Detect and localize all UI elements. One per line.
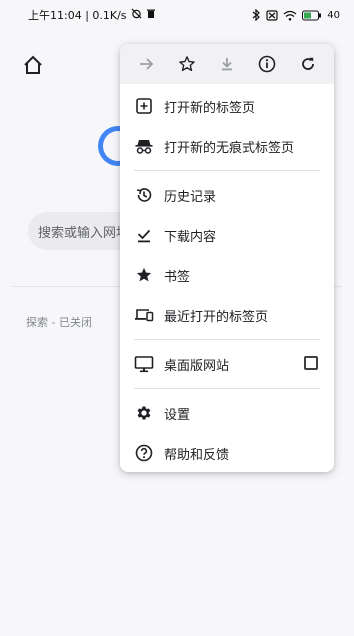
menu-item-label: 下载内容 [164,229,217,245]
status-time: 上午11:04 | 0.1K/s [28,9,127,22]
menu-item-downloads[interactable]: 下载内容 [120,215,334,255]
menu-item-label: 历史记录 [164,189,217,205]
menu-item-label: 桌面版网站 [164,358,230,374]
menu-item-desktop-site[interactable]: 桌面版网站 [120,344,334,384]
star-outline-icon[interactable] [173,50,201,78]
menu-separator [134,388,320,389]
status-bar: 上午11:04 | 0.1K/s 40 [0,0,354,30]
help-icon [134,443,154,463]
battery-icon [302,10,322,21]
menu-toolbar [120,44,334,84]
bluetooth-icon [252,9,261,21]
search-placeholder: 搜索或输入网址 [38,225,130,241]
menu-item-label: 帮助和反馈 [164,447,230,463]
new-tab-icon [134,96,154,116]
menu-item-new-tab[interactable]: 打开新的标签页 [120,86,334,126]
menu-separator [134,170,320,171]
menu-item-history[interactable]: 历史记录 [120,175,334,215]
menu-item-incognito-tab[interactable]: 打开新的无痕式标签页 [120,126,334,166]
home-icon[interactable] [22,54,44,76]
menu-item-recent-tabs[interactable]: 最近打开的标签页 [120,295,334,335]
menu-item-settings[interactable]: 设置 [120,393,334,433]
download-icon[interactable] [213,50,241,78]
browser-screen: 上午11:04 | 0.1K/s 40 搜索或输入网址 探索 - 已关闭 打开新… [0,0,354,636]
explore-status: 探索 - 已关闭 [26,316,92,329]
status-left: 上午11:04 | 0.1K/s [28,7,156,23]
sim-off-icon [266,9,278,21]
menu-item-label: 打开新的无痕式标签页 [164,140,295,156]
wifi-icon [283,10,297,21]
trash-icon [146,8,156,22]
refresh-icon[interactable] [294,50,322,78]
alarm-off-icon [131,8,142,22]
menu-item-bookmarks[interactable]: 书签 [120,255,334,295]
battery-percent: 40 [327,9,340,21]
info-icon[interactable] [253,50,281,78]
menu-separator [134,339,320,340]
star-icon [134,265,154,285]
status-right: 40 [252,9,340,21]
forward-arrow-icon[interactable] [132,50,160,78]
history-icon [134,185,154,205]
devices-icon [134,305,154,325]
menu-item-label: 打开新的标签页 [164,100,256,116]
menu-item-label: 设置 [164,407,191,423]
download-done-icon [134,225,154,245]
menu-item-label: 书签 [164,269,191,285]
menu-item-help[interactable]: 帮助和反馈 [120,433,334,472]
overflow-menu: 打开新的标签页 打开新的无痕式标签页 历史记录 下载内容 书签 最近打开的标签页… [120,44,334,472]
desktop-icon [134,354,154,374]
gear-icon [134,403,154,423]
desktop-site-checkbox[interactable] [304,356,318,370]
incognito-icon [134,136,154,156]
menu-item-label: 最近打开的标签页 [164,309,269,325]
